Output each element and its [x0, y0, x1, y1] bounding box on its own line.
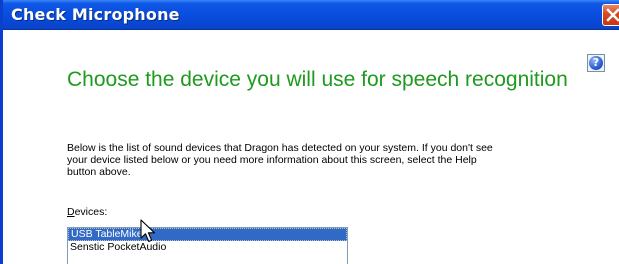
description-line: Below is the list of sound devices that … [67, 142, 493, 154]
device-item-senstic-pocketaudio[interactable]: Senstic PocketAudio [68, 241, 347, 253]
mouse-pointer-icon [140, 219, 156, 243]
close-icon [606, 8, 619, 22]
help-button[interactable]: ? [587, 54, 605, 72]
description-text: Below is the list of sound devices that … [67, 142, 497, 178]
devices-label-text: evices: [74, 206, 108, 218]
device-item-label: USB TableMike [71, 228, 143, 240]
description-line: button above. [67, 166, 131, 178]
description-line: your device listed below or you need mor… [67, 154, 477, 166]
window-title: Check Microphone [11, 5, 180, 24]
devices-label-mnemonic: D [67, 206, 75, 218]
device-item-usb-tablemike[interactable]: USB TableMike [68, 228, 347, 241]
page-heading: Choose the device you will use for speec… [67, 68, 568, 91]
help-icon: ? [589, 56, 603, 70]
devices-listbox[interactable]: USB TableMike Senstic PocketAudio [67, 227, 348, 264]
close-button[interactable] [602, 4, 619, 26]
devices-label: Devices: [67, 206, 107, 218]
dialog-body: ? Choose the device you will use for spe… [3, 31, 619, 264]
title-bar[interactable]: Check Microphone [3, 0, 619, 30]
check-microphone-window: Check Microphone ? Choose the device you… [0, 0, 619, 264]
